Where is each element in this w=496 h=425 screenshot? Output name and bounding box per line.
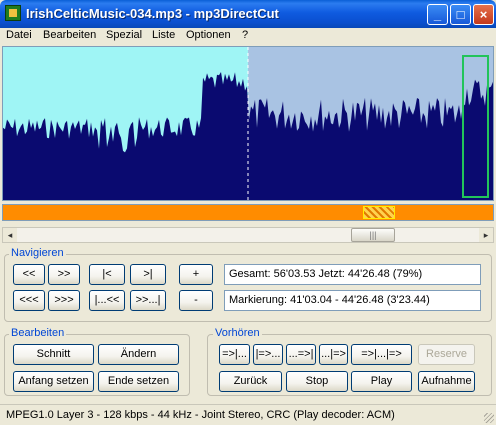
selection-info: Markierung: 41'03.04 - 44'26.48 (3'23.44… xyxy=(224,290,481,311)
menu-optionen[interactable]: Optionen xyxy=(186,29,231,41)
overview-bar[interactable] xyxy=(2,204,494,221)
menu-help[interactable]: ? xyxy=(242,29,248,41)
status-bar: MPEG1.0 Layer 3 - 128 kbps - 44 kHz - Jo… xyxy=(0,404,496,425)
navigieren-title: Navigieren xyxy=(9,247,66,259)
minimize-button[interactable]: _ xyxy=(427,4,448,25)
resize-grip-icon[interactable] xyxy=(484,413,494,423)
scroll-thumb[interactable]: ||| xyxy=(351,228,395,242)
app-icon xyxy=(5,5,21,21)
play-button[interactable]: Play xyxy=(351,371,412,392)
close-button[interactable]: × xyxy=(473,4,494,25)
menu-datei[interactable]: Datei xyxy=(6,29,32,41)
reserve-button[interactable]: Reserve xyxy=(418,344,475,365)
preview-both-button[interactable]: =>|...|=> xyxy=(351,344,412,365)
nav-go-start-button[interactable]: |< xyxy=(89,264,125,285)
nav-to-end-button[interactable]: >>...| xyxy=(130,290,166,311)
menu-bar: Datei Bearbeiten Spezial Liste Optionen … xyxy=(0,28,496,45)
waveform-display[interactable] xyxy=(2,46,494,201)
status-text: MPEG1.0 Layer 3 - 128 kbps - 44 kHz - Jo… xyxy=(6,409,395,421)
zoom-in-button[interactable]: + xyxy=(179,264,213,285)
position-info: Gesamt: 56'03.53 Jetzt: 44'26.48 (79%) xyxy=(224,264,481,285)
zoom-out-button[interactable]: - xyxy=(179,290,213,311)
window-title: IrishCelticMusic-034.mp3 - mp3DirectCut xyxy=(26,6,279,21)
vorhoeren-title: Vorhören xyxy=(213,327,262,339)
nav-forward-button[interactable]: >> xyxy=(48,264,80,285)
preview-start-button[interactable]: =>|... xyxy=(219,344,250,365)
scroll-right-icon[interactable]: ▸ xyxy=(479,228,493,242)
menu-liste[interactable]: Liste xyxy=(152,29,175,41)
preview-from-start-button[interactable]: |=>... xyxy=(253,344,283,365)
change-button[interactable]: Ändern xyxy=(98,344,179,365)
cut-button[interactable]: Schnitt xyxy=(13,344,94,365)
bearbeiten-title: Bearbeiten xyxy=(9,327,67,339)
set-start-button[interactable]: Anfang setzen xyxy=(13,371,94,392)
menu-bearbeiten[interactable]: Bearbeiten xyxy=(43,29,96,41)
nav-rewind-button[interactable]: << xyxy=(13,264,45,285)
nav-fast-rewind-button[interactable]: <<< xyxy=(13,290,45,311)
overview-selection-marker[interactable] xyxy=(363,206,395,219)
stop-button[interactable]: Stop xyxy=(286,371,348,392)
nav-fast-forward-button[interactable]: >>> xyxy=(48,290,80,311)
scroll-left-icon[interactable]: ◂ xyxy=(3,228,17,242)
set-end-button[interactable]: Ende setzen xyxy=(98,371,179,392)
record-button[interactable]: Aufnahme xyxy=(418,371,475,392)
back-button[interactable]: Zurück xyxy=(219,371,282,392)
preview-to-end-button[interactable]: ...=>| xyxy=(286,344,316,365)
nav-go-end-button[interactable]: >| xyxy=(130,264,166,285)
waveform-svg[interactable] xyxy=(3,47,493,200)
menu-spezial[interactable]: Spezial xyxy=(106,29,142,41)
horizontal-scrollbar[interactable]: ◂ ||| ▸ xyxy=(2,227,494,243)
preview-end-button[interactable]: ...|=> xyxy=(319,344,348,365)
nav-to-start-button[interactable]: |...<< xyxy=(89,290,125,311)
maximize-button[interactable]: □ xyxy=(450,4,471,25)
